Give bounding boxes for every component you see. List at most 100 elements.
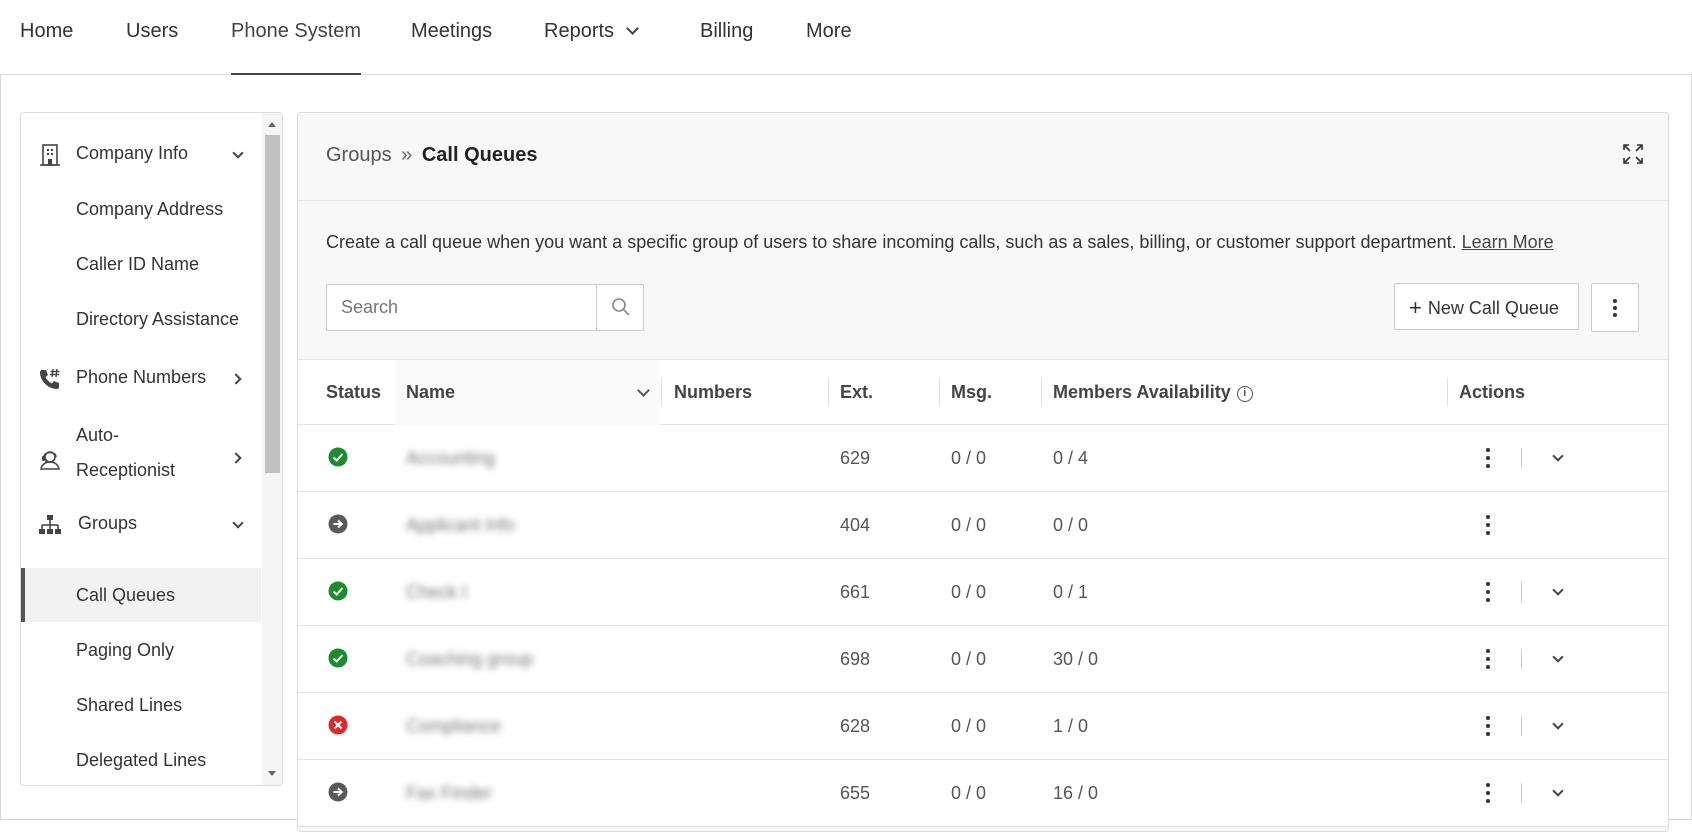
breadcrumb: Groups » Call Queues (326, 144, 537, 167)
column-header-msg[interactable]: Msg. (951, 360, 992, 425)
column-header-name[interactable]: Name (406, 360, 455, 425)
table-row[interactable]: Compliance 628 0 / 0 1 / 0 (298, 693, 1668, 760)
phone-hash-icon (40, 368, 60, 389)
sidebar-item-label-line2: Receptionist (76, 460, 176, 480)
queue-name[interactable]: Check I (406, 559, 467, 626)
status-active-check-icon (328, 581, 348, 601)
search-input[interactable] (326, 284, 597, 331)
row-kebab-icon[interactable] (1475, 713, 1501, 739)
scrollbar-thumb[interactable] (265, 135, 280, 473)
chevron-down-icon (626, 22, 639, 35)
queue-name[interactable]: Coaching group (406, 626, 533, 693)
table-row[interactable]: Coaching group 698 0 / 0 30 / 0 (298, 626, 1668, 693)
sidebar-item-auto-receptionist[interactable]: Auto- Receptionist (21, 425, 261, 493)
chevron-down-icon[interactable] (1552, 584, 1564, 596)
sidebar-item-shared-lines[interactable]: Shared Lines (21, 693, 261, 723)
column-header-members-availability[interactable]: Members Availability i (1053, 360, 1253, 425)
queue-ext: 698 (840, 649, 871, 669)
sidebar-item-company-address[interactable]: Company Address (21, 197, 261, 227)
row-kebab-icon[interactable] (1475, 780, 1501, 806)
sidebar-item-phone-numbers[interactable]: Phone Numbers (21, 365, 261, 395)
main-panel: Groups » Call Queues Create a call queue… (297, 112, 1669, 832)
table-header: Status Name Numbers Ext. Msg. Members Av… (298, 360, 1668, 425)
more-options-button[interactable] (1591, 283, 1639, 332)
queue-name[interactable]: Compliance (406, 693, 501, 760)
nav-more[interactable]: More (806, 0, 852, 75)
table-row[interactable]: Check I 661 0 / 0 0 / 1 (298, 559, 1668, 626)
status-active-check-icon (328, 447, 348, 467)
column-header-status[interactable]: Status (326, 360, 381, 425)
queue-msg: 0 / 0 (951, 448, 987, 468)
breadcrumb-groups-link[interactable]: Groups (326, 144, 392, 166)
column-header-ext[interactable]: Ext. (840, 360, 873, 425)
sidebar-item-directory-assistance[interactable]: Directory Assistance (21, 307, 261, 337)
sidebar-item-label: Company Info (76, 143, 189, 163)
kebab-icon (1613, 299, 1617, 317)
members-availability-label: Members Availability (1053, 382, 1231, 402)
new-call-queue-label: New Call Queue (1427, 297, 1559, 318)
queue-members-availability: 30 / 0 (1053, 649, 1099, 669)
sidebar-item-label: Directory Assistance (76, 309, 240, 329)
column-divider (828, 378, 829, 406)
nav-users[interactable]: Users (126, 0, 178, 75)
fullscreen-expand-icon[interactable] (1622, 143, 1644, 165)
row-kebab-icon[interactable] (1475, 512, 1501, 538)
call-queues-table: Status Name Numbers Ext. Msg. Members Av… (298, 359, 1668, 827)
new-call-queue-button[interactable]: + New Call Queue (1394, 283, 1579, 330)
chevron-down-icon[interactable] (1552, 718, 1564, 730)
sidebar-item-delegated-lines[interactable]: Delegated Lines (21, 748, 261, 778)
chevron-down-icon (232, 147, 244, 159)
sidebar-item-label: Delegated Lines (76, 750, 207, 770)
nav-billing[interactable]: Billing (700, 0, 753, 75)
sidebar-item-label-line1: Auto- (76, 425, 120, 445)
row-kebab-icon[interactable] (1475, 579, 1501, 605)
nav-home[interactable]: Home (20, 0, 73, 75)
chevron-down-icon[interactable] (1552, 785, 1564, 797)
action-divider (1521, 582, 1522, 602)
queue-name[interactable]: Applicant Info (406, 492, 515, 559)
search-button[interactable] (596, 284, 644, 331)
queue-members-availability: 1 / 0 (1053, 716, 1089, 736)
queue-members-availability: 0 / 0 (1053, 515, 1089, 535)
sidebar-item-caller-id-name[interactable]: Caller ID Name (21, 252, 261, 282)
column-header-numbers[interactable]: Numbers (674, 360, 752, 425)
sidebar-item-paging-only[interactable]: Paging Only (21, 638, 261, 668)
page-description: Create a call queue when you want a spec… (326, 232, 1554, 253)
column-divider (939, 378, 940, 406)
sidebar-scrollbar[interactable] (262, 113, 282, 785)
queue-members-availability: 0 / 4 (1053, 448, 1089, 468)
table-row[interactable]: Applicant Info 404 0 / 0 0 / 0 (298, 492, 1668, 559)
row-kebab-icon[interactable] (1475, 646, 1501, 672)
sidebar-item-label: Call Queues (76, 585, 176, 605)
scroll-down-arrow-icon[interactable] (268, 771, 276, 776)
queue-members-availability: 16 / 0 (1053, 783, 1099, 803)
nav-meetings[interactable]: Meetings (411, 0, 492, 75)
chevron-down-icon[interactable] (1552, 450, 1564, 462)
nav-phone-system[interactable]: Phone System (231, 0, 362, 75)
scroll-up-arrow-icon[interactable] (268, 122, 276, 127)
status-forward-arrow-icon (328, 782, 348, 802)
nav-reports[interactable]: Reports (544, 0, 639, 75)
chevron-down-icon[interactable] (1552, 651, 1564, 663)
queue-name[interactable]: Accounting (406, 425, 495, 492)
top-nav: Home Users Phone System Meetings Reports… (0, 0, 1692, 75)
table-row[interactable]: Accounting 629 0 / 0 0 / 4 (298, 425, 1668, 492)
queue-msg: 0 / 0 (951, 649, 987, 669)
learn-more-link[interactable]: Learn More (1462, 232, 1554, 252)
sidebar-item-call-queues[interactable]: Call Queues (21, 568, 261, 622)
queue-ext: 629 (840, 448, 871, 468)
sidebar-item-label: Groups (78, 513, 138, 533)
sidebar-item-company-info[interactable]: Company Info (21, 141, 261, 171)
queue-ext: 628 (840, 716, 871, 736)
row-kebab-icon[interactable] (1475, 445, 1501, 471)
action-divider (1521, 783, 1522, 803)
info-icon[interactable]: i (1236, 386, 1253, 402)
sidebar-item-label: Phone Numbers (76, 367, 207, 387)
queue-ext: 655 (840, 783, 871, 803)
queue-name[interactable]: Fax Finder (406, 760, 492, 827)
queue-ext: 404 (840, 515, 871, 535)
queue-msg: 0 / 0 (951, 716, 987, 736)
table-row[interactable]: Fax Finder 655 0 / 0 16 / 0 (298, 760, 1668, 827)
sidebar-item-groups[interactable]: Groups (21, 511, 261, 541)
action-divider (1521, 448, 1522, 468)
